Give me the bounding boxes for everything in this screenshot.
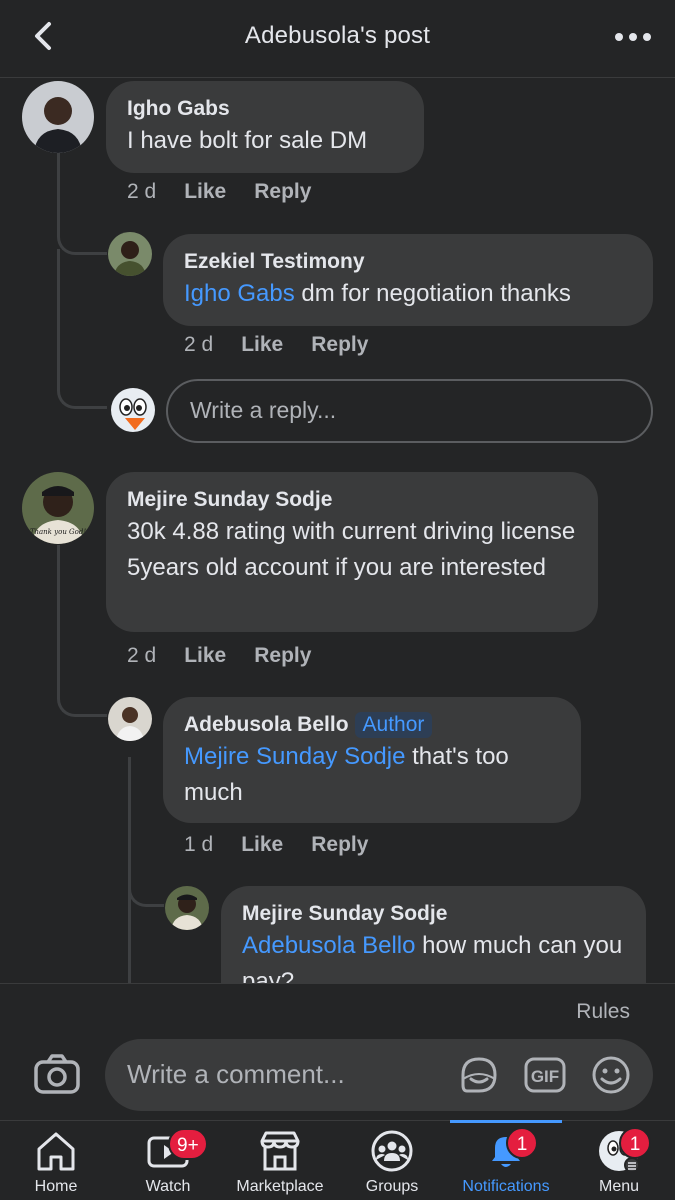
sticker-icon[interactable]	[457, 1055, 501, 1095]
avatar[interactable]	[108, 697, 152, 741]
comment-text: Igho Gabs dm for negotiation thanks	[184, 280, 571, 307]
notification-badge: 9+	[168, 1128, 208, 1160]
avatar[interactable]	[108, 232, 152, 276]
comment-composer: Rules Write a comment... GIF	[0, 983, 675, 1120]
comment-text: Mejire Sunday Sodje that's too much	[184, 743, 509, 806]
thread-connector	[57, 249, 107, 409]
comment-text: 30k 4.88 rating with current driving lic…	[127, 518, 576, 581]
notification-badge: 1	[619, 1127, 651, 1159]
tab-watch[interactable]: 9+ Watch	[112, 1121, 224, 1200]
like-button[interactable]: Like	[184, 180, 226, 204]
emoji-icon[interactable]	[589, 1055, 633, 1095]
comment-actions: 2 d Like Reply	[127, 644, 339, 668]
svg-text:GIF: GIF	[531, 1067, 559, 1086]
avatar[interactable]	[22, 81, 94, 153]
tab-label: Groups	[365, 1178, 419, 1195]
tab-groups[interactable]: Groups	[336, 1121, 448, 1200]
tab-notifications[interactable]: 1 Notifications	[450, 1120, 562, 1200]
tab-label: Home	[34, 1178, 78, 1195]
comment-bubble[interactable]: Adebusola Bello Author Mejire Sunday Sodj…	[163, 697, 581, 823]
more-options-icon[interactable]	[611, 20, 655, 54]
thread-connector	[128, 859, 164, 907]
like-button[interactable]: Like	[241, 333, 283, 357]
comment-author[interactable]: Mejire Sunday Sodje	[127, 486, 577, 514]
comment-bubble[interactable]: Igho Gabs I have bolt for sale DM	[106, 81, 424, 173]
comment-actions: 1 d Like Reply	[184, 833, 396, 857]
comment-time: 2 d	[127, 180, 157, 203]
comment-time: 2 d	[184, 333, 214, 356]
avatar[interactable]: Thank you God!	[22, 472, 94, 544]
comment-author[interactable]: Adebusola Bello Author	[184, 711, 560, 739]
tab-label: Menu	[598, 1178, 640, 1195]
tab-label: Watch	[145, 1178, 191, 1195]
rules-link[interactable]: Rules	[576, 1000, 630, 1024]
groups-icon	[369, 1129, 415, 1173]
like-button[interactable]: Like	[241, 833, 283, 857]
comment-input[interactable]: Write a comment... GIF	[105, 1039, 653, 1111]
comment-bubble[interactable]: Mejire Sunday Sodje 30k 4.88 rating with…	[106, 472, 598, 632]
user-avatar	[111, 388, 155, 432]
comment-time: 1 d	[184, 833, 214, 856]
camera-icon[interactable]	[32, 1052, 82, 1096]
mention-link[interactable]: Mejire Sunday Sodje	[184, 743, 405, 770]
reply-button[interactable]: Reply	[311, 833, 368, 857]
gif-icon[interactable]: GIF	[523, 1055, 567, 1095]
comment-author[interactable]: Ezekiel Testimony	[184, 248, 632, 276]
tab-menu[interactable]: 1 Menu	[563, 1121, 675, 1200]
tab-home[interactable]: Home	[0, 1121, 112, 1200]
mention-link[interactable]: Adebusola Bello	[242, 932, 415, 959]
active-tab-indicator	[450, 1120, 562, 1123]
comment-text: Adebusola Bello how much can you pay?	[242, 932, 623, 983]
comment-placeholder: Write a comment...	[127, 1059, 345, 1089]
avatar[interactable]	[165, 886, 209, 930]
reply-button[interactable]: Reply	[254, 180, 311, 204]
comment-text: I have bolt for sale DM	[127, 127, 368, 154]
comment-actions: 2 d Like Reply	[127, 180, 339, 204]
comment-time: 2 d	[127, 644, 157, 667]
reply-input[interactable]: Write a reply...	[166, 379, 653, 443]
reply-placeholder: Write a reply...	[190, 397, 337, 423]
reply-button[interactable]: Reply	[311, 333, 368, 357]
marketplace-icon	[257, 1129, 303, 1173]
comment-bubble[interactable]: Ezekiel Testimony Igho Gabs dm for negot…	[163, 234, 653, 326]
notification-badge: 1	[506, 1127, 538, 1159]
bottom-tab-bar: Home 9+ Watch Marketplace Groups 1 Notif…	[0, 1120, 675, 1200]
author-badge: Author	[354, 712, 433, 738]
like-button[interactable]: Like	[184, 644, 226, 668]
top-bar: Adebusola's post	[0, 0, 675, 78]
reply-button[interactable]: Reply	[254, 644, 311, 668]
comment-bubble[interactable]: Mejire Sunday Sodje Adebusola Bello how …	[221, 886, 646, 983]
thread-connector	[57, 545, 107, 717]
comments-feed[interactable]: Igho Gabs I have bolt for sale DM 2 d Lik…	[0, 79, 675, 983]
comment-actions: 2 d Like Reply	[184, 333, 396, 357]
tab-label: Notifications	[462, 1178, 550, 1195]
tab-marketplace[interactable]: Marketplace	[224, 1121, 336, 1200]
comment-author[interactable]: Mejire Sunday Sodje	[242, 900, 625, 928]
home-icon	[33, 1129, 79, 1173]
svg-text:Thank you God!: Thank you God!	[30, 528, 87, 536]
mention-link[interactable]: Igho Gabs	[184, 280, 295, 307]
tab-label: Marketplace	[236, 1178, 324, 1195]
page-title: Adebusola's post	[244, 22, 431, 49]
comment-author[interactable]: Igho Gabs	[127, 95, 403, 123]
